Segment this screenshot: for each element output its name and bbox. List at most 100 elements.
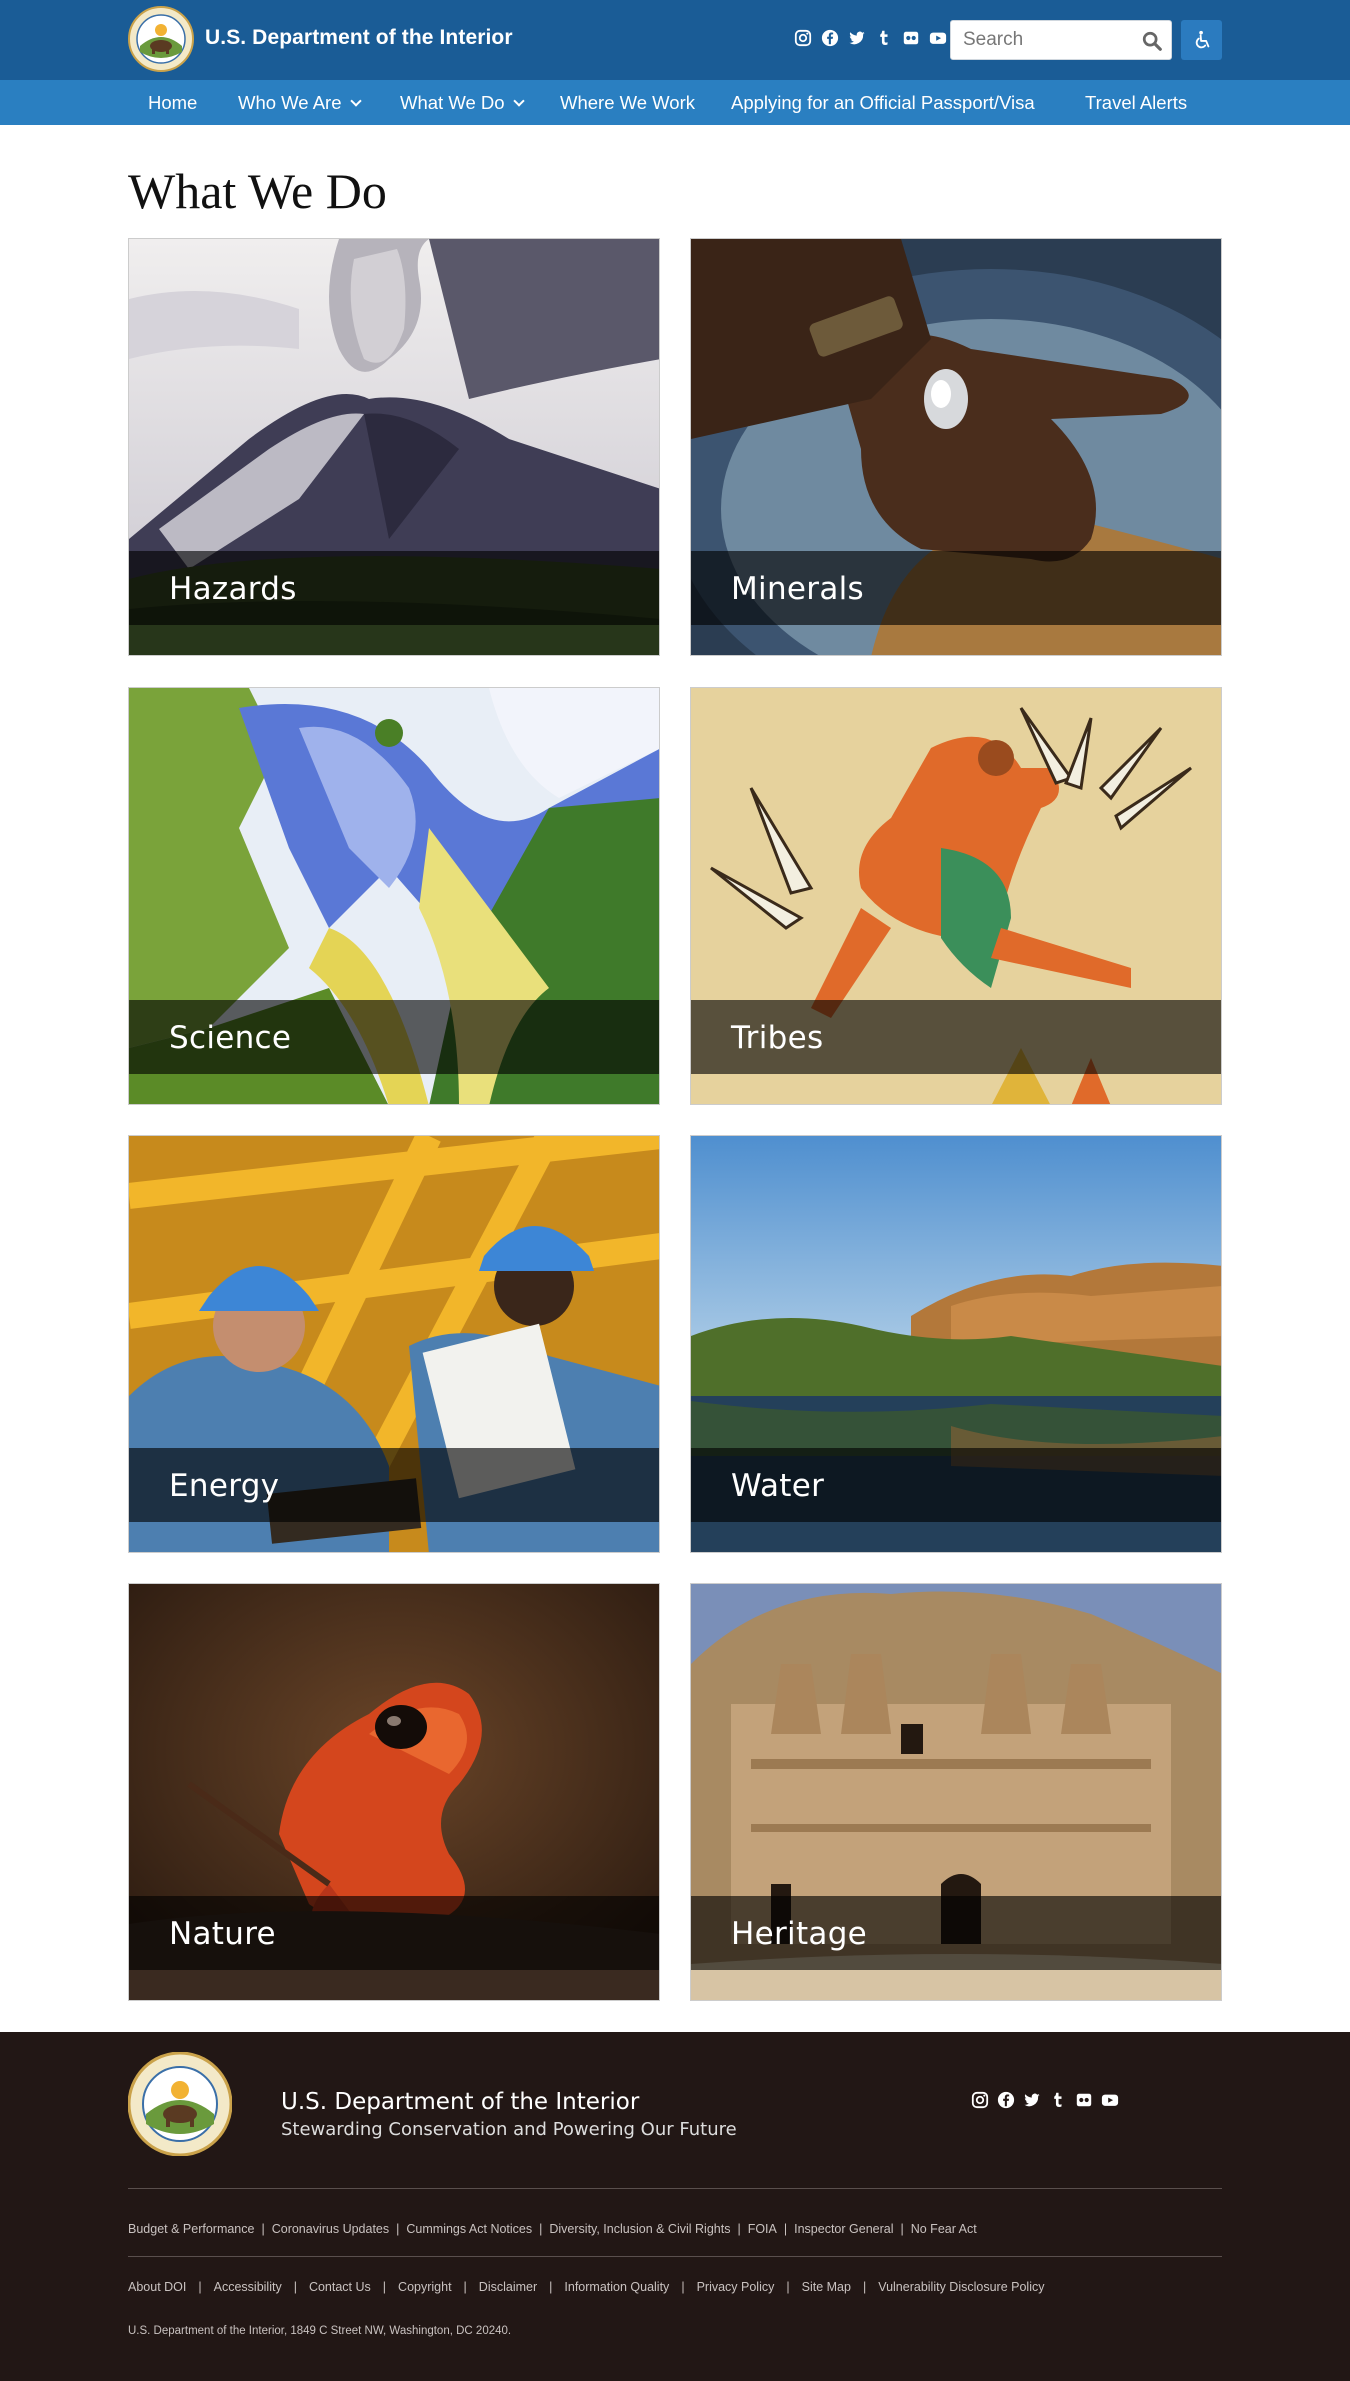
tumblr-icon[interactable]	[874, 28, 894, 48]
footer-link-separator: |	[463, 2280, 467, 2294]
nav-item-label: Who We Are	[238, 92, 342, 113]
footer-link-privacy[interactable]: Privacy Policy	[697, 2280, 775, 2294]
tumblr-icon[interactable]	[1048, 2090, 1068, 2110]
footer-link-site-map[interactable]: Site Map	[802, 2280, 851, 2294]
footer-link-foia[interactable]: FOIA	[748, 2222, 777, 2236]
card-nature[interactable]: Nature	[128, 1583, 660, 2001]
footer-link-separator: |	[396, 2222, 400, 2236]
nav-item-home[interactable]: Home	[148, 80, 197, 125]
card-hazards[interactable]: Hazards	[128, 238, 660, 656]
footer-link-vulnerability[interactable]: Vulnerability Disclosure Policy	[878, 2280, 1044, 2294]
card-label: Energy	[169, 1468, 280, 1504]
footer-social-links	[970, 2090, 1120, 2110]
card-label: Science	[169, 1020, 292, 1056]
footer-link-about[interactable]: About DOI	[128, 2280, 186, 2294]
nav-item-travel-alerts[interactable]: Travel Alerts	[1085, 80, 1187, 125]
social-links	[793, 28, 948, 48]
card-label-band: Nature	[129, 1896, 659, 1970]
footer-org-name: U.S. Department of the Interior	[281, 2089, 640, 2115]
search-box	[950, 20, 1172, 60]
facebook-icon[interactable]	[996, 2090, 1016, 2110]
instagram-icon[interactable]	[793, 28, 813, 48]
card-label: Hazards	[169, 571, 297, 607]
nav-item-label: Where We Work	[560, 92, 696, 113]
card-label: Minerals	[731, 571, 864, 607]
card-tribes[interactable]: Tribes	[690, 687, 1222, 1105]
nav-item-who-we-are[interactable]: Who We Are	[238, 80, 362, 125]
footer-link-budget[interactable]: Budget & Performance	[128, 2222, 254, 2236]
footer-links-row-1: Budget & Performance | Coronavirus Update…	[128, 2222, 977, 2236]
footer-links-row-2: About DOI | Accessibility | Contact Us | Co…	[128, 2280, 1044, 2294]
card-label-band: Energy	[129, 1448, 659, 1522]
footer-link-diversity[interactable]: Diversity, Inclusion & Civil Rights	[549, 2222, 730, 2236]
site-header: U.S. Department of the Interior	[0, 0, 1350, 80]
nav-item-passport-visa[interactable]: Applying for an Official Passport/Visa	[731, 80, 1035, 125]
footer-address: U.S. Department of the Interior, 1849 C …	[128, 2325, 512, 2337]
card-science[interactable]: Science	[128, 687, 660, 1105]
card-label: Heritage	[731, 1916, 868, 1952]
wheelchair-icon	[1195, 30, 1209, 49]
footer-link-separator: |	[783, 2222, 788, 2236]
youtube-icon[interactable]	[1100, 2090, 1120, 2110]
facebook-icon[interactable]	[820, 28, 840, 48]
footer-link-separator: |	[539, 2222, 543, 2236]
footer-divider	[128, 2256, 1222, 2257]
footer-link-separator: |	[293, 2280, 297, 2294]
twitter-icon[interactable]	[1022, 2090, 1042, 2110]
instagram-icon[interactable]	[970, 2090, 990, 2110]
search-button[interactable]	[1139, 28, 1165, 54]
card-label-band: Tribes	[691, 1000, 1221, 1074]
nav-item-label: Home	[148, 92, 198, 113]
footer-link-copyright[interactable]: Copyright	[398, 2280, 452, 2294]
footer-link-separator: |	[261, 2222, 265, 2236]
footer-link-cummings-act[interactable]: Cummings Act Notices	[406, 2222, 532, 2236]
card-label-band: Science	[129, 1000, 659, 1074]
card-label-band: Hazards	[129, 551, 659, 625]
nav-item-label: Travel Alerts	[1085, 92, 1188, 113]
chevron-down-icon	[349, 95, 362, 107]
page-title: What We Do	[128, 163, 387, 219]
accessibility-button[interactable]	[1181, 20, 1222, 60]
footer-link-separator: |	[862, 2280, 867, 2294]
nav-item-what-we-do[interactable]: What We Do	[400, 80, 525, 125]
footer-link-coronavirus[interactable]: Coronavirus Updates	[272, 2222, 389, 2236]
card-minerals[interactable]: Minerals	[690, 238, 1222, 656]
footer-link-separator: |	[737, 2222, 741, 2236]
footer-link-separator: |	[549, 2280, 553, 2294]
nav-item-label: What We Do	[400, 92, 505, 113]
footer-link-information-quality[interactable]: Information Quality	[564, 2280, 669, 2294]
card-label: Tribes	[731, 1020, 824, 1056]
card-energy[interactable]: Energy	[128, 1135, 660, 1553]
doi-seal-logo[interactable]	[128, 2052, 232, 2156]
footer-link-no-fear-act[interactable]: No Fear Act	[911, 2222, 977, 2236]
footer-link-inspector-general[interactable]: Inspector General	[794, 2222, 893, 2236]
footer-link-accessibility[interactable]: Accessibility	[214, 2280, 282, 2294]
main-nav: Home Who We Are What We Do Where We Work…	[0, 80, 1350, 125]
nav-item-where-we-work[interactable]: Where We Work	[560, 80, 695, 125]
footer-link-separator: |	[382, 2280, 387, 2294]
footer-tagline: Stewarding Conservation and Powering Our…	[281, 2119, 737, 2140]
chevron-down-icon	[512, 95, 525, 107]
footer-link-disclaimer[interactable]: Disclaimer	[479, 2280, 537, 2294]
footer-divider	[128, 2188, 1222, 2189]
card-heritage[interactable]: Heritage	[690, 1583, 1222, 2001]
twitter-icon[interactable]	[847, 28, 867, 48]
card-label: Nature	[169, 1916, 276, 1952]
youtube-icon[interactable]	[928, 28, 948, 48]
search-icon	[1142, 31, 1162, 51]
footer-link-separator: |	[786, 2280, 790, 2294]
doi-seal-logo[interactable]	[128, 6, 194, 72]
footer-link-separator: |	[198, 2280, 202, 2294]
card-label-band: Heritage	[691, 1896, 1221, 1970]
card-label: Water	[731, 1468, 825, 1504]
search-input[interactable]	[951, 21, 1131, 59]
flickr-icon[interactable]	[901, 28, 921, 48]
card-label-band: Water	[691, 1448, 1221, 1522]
card-water[interactable]: Water	[690, 1135, 1222, 1553]
site-title[interactable]: U.S. Department of the Interior	[205, 26, 513, 50]
flickr-icon[interactable]	[1074, 2090, 1094, 2110]
nav-item-label: Applying for an Official Passport/Visa	[731, 92, 1035, 113]
card-label-band: Minerals	[691, 551, 1221, 625]
footer-link-separator: |	[900, 2222, 904, 2236]
footer-link-contact[interactable]: Contact Us	[309, 2280, 371, 2294]
